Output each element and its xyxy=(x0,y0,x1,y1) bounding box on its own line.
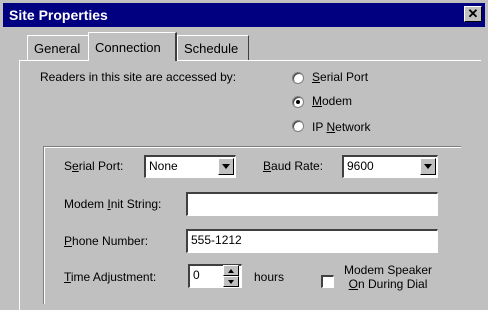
phone-number-label: Phone Number: xyxy=(64,234,149,248)
spin-up-button[interactable] xyxy=(223,265,239,276)
title-bar[interactable]: Site Properties ✕ xyxy=(3,3,485,27)
chevron-down-icon xyxy=(424,164,432,169)
baud-rate-select[interactable]: 9600 xyxy=(342,155,438,178)
chevron-down-icon xyxy=(222,164,230,169)
spin-down-button[interactable] xyxy=(223,276,239,287)
spin-up-icon xyxy=(228,268,234,273)
close-button[interactable]: ✕ xyxy=(464,6,482,22)
ip-network-radio[interactable] xyxy=(292,120,304,132)
modem-radio[interactable] xyxy=(292,96,304,108)
ip-network-radio-label[interactable]: IP Network xyxy=(312,120,370,134)
serial-port-select[interactable]: None xyxy=(144,155,236,178)
baud-rate-label: Baud Rate: xyxy=(263,159,324,173)
serial-port-radio-label[interactable]: Serial Port xyxy=(312,70,368,84)
time-adjustment-spinner[interactable] xyxy=(223,265,239,288)
modem-speaker-label[interactable]: Modem Speaker On During Dial xyxy=(344,263,432,291)
time-adjustment-value: 0 xyxy=(193,268,200,282)
tab-schedule[interactable]: Schedule xyxy=(177,35,249,60)
modem-speaker-checkbox[interactable] xyxy=(321,275,334,288)
serial-port-dropdown-button[interactable] xyxy=(218,158,234,175)
baud-rate-value: 9600 xyxy=(347,159,374,173)
modem-init-label: Modem Init String: xyxy=(64,197,162,211)
hours-unit-label: hours xyxy=(254,270,285,284)
serial-port-radio[interactable] xyxy=(292,72,304,84)
close-icon: ✕ xyxy=(467,6,479,21)
access-prompt: Readers in this site are accessed by: xyxy=(40,70,237,84)
time-adjustment-label: Time Adjustment: xyxy=(64,270,157,284)
modem-radio-label[interactable]: Modem xyxy=(312,94,352,108)
serial-port-value: None xyxy=(149,159,178,173)
site-properties-dialog: Site Properties ✕ General Connection Sch… xyxy=(0,0,488,310)
serial-port-label: Serial Port: xyxy=(64,159,124,173)
tab-general-label: General xyxy=(34,40,81,56)
baud-rate-dropdown-button[interactable] xyxy=(420,158,436,175)
tab-connection[interactable]: Connection xyxy=(88,32,177,61)
tab-schedule-label: Schedule xyxy=(184,40,239,56)
tab-general[interactable]: General xyxy=(27,35,89,60)
tab-connection-label: Connection xyxy=(95,39,161,55)
window-title: Site Properties xyxy=(9,7,108,23)
spin-down-icon xyxy=(228,279,234,284)
phone-number-input[interactable]: 555-1212 xyxy=(186,229,438,253)
modem-init-input[interactable] xyxy=(186,192,438,216)
